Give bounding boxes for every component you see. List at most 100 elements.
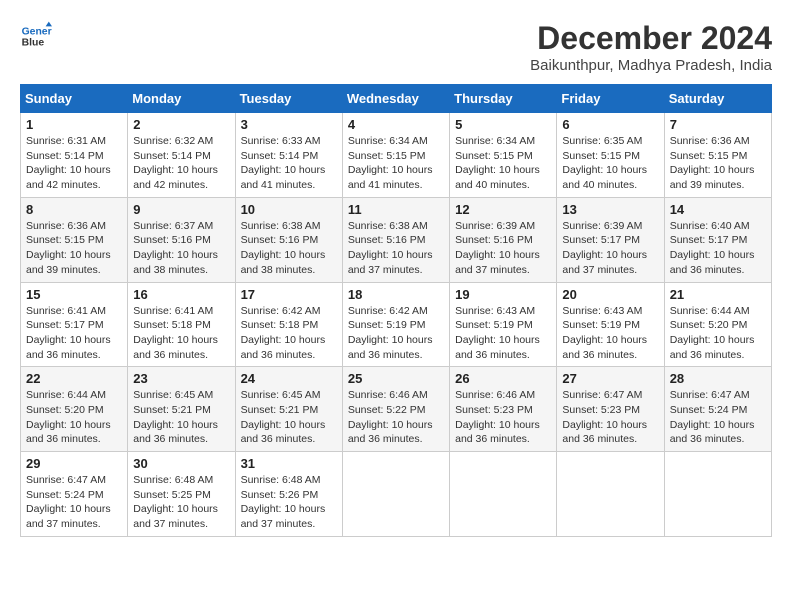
- day-number: 17: [241, 287, 337, 302]
- day-number: 25: [348, 371, 444, 386]
- day-info: Sunrise: 6:44 AMSunset: 5:20 PMDaylight:…: [26, 389, 111, 445]
- header-saturday: Saturday: [664, 85, 771, 113]
- table-row: [450, 452, 557, 537]
- calendar-week-row: 8 Sunrise: 6:36 AMSunset: 5:15 PMDayligh…: [21, 197, 772, 282]
- page-header: General Blue December 2024 Baikunthpur, …: [20, 20, 772, 74]
- day-number: 19: [455, 287, 551, 302]
- table-row: 27 Sunrise: 6:47 AMSunset: 5:23 PMDaylig…: [557, 367, 664, 452]
- table-row: 10 Sunrise: 6:38 AMSunset: 5:16 PMDaylig…: [235, 197, 342, 282]
- day-number: 7: [670, 117, 766, 132]
- calendar-week-row: 22 Sunrise: 6:44 AMSunset: 5:20 PMDaylig…: [21, 367, 772, 452]
- table-row: 31 Sunrise: 6:48 AMSunset: 5:26 PMDaylig…: [235, 452, 342, 537]
- day-info: Sunrise: 6:40 AMSunset: 5:17 PMDaylight:…: [670, 220, 755, 276]
- day-number: 9: [133, 202, 229, 217]
- calendar-table: Sunday Monday Tuesday Wednesday Thursday…: [20, 84, 772, 537]
- table-row: 9 Sunrise: 6:37 AMSunset: 5:16 PMDayligh…: [128, 197, 235, 282]
- table-row: 23 Sunrise: 6:45 AMSunset: 5:21 PMDaylig…: [128, 367, 235, 452]
- day-info: Sunrise: 6:31 AMSunset: 5:14 PMDaylight:…: [26, 135, 111, 191]
- calendar-week-row: 29 Sunrise: 6:47 AMSunset: 5:24 PMDaylig…: [21, 452, 772, 537]
- header-friday: Friday: [557, 85, 664, 113]
- svg-text:General: General: [22, 26, 52, 37]
- day-number: 21: [670, 287, 766, 302]
- calendar-title: December 2024: [530, 20, 772, 57]
- day-number: 23: [133, 371, 229, 386]
- day-info: Sunrise: 6:38 AMSunset: 5:16 PMDaylight:…: [348, 220, 433, 276]
- table-row: 29 Sunrise: 6:47 AMSunset: 5:24 PMDaylig…: [21, 452, 128, 537]
- day-info: Sunrise: 6:41 AMSunset: 5:18 PMDaylight:…: [133, 305, 218, 361]
- calendar-week-row: 15 Sunrise: 6:41 AMSunset: 5:17 PMDaylig…: [21, 282, 772, 367]
- day-number: 8: [26, 202, 122, 217]
- table-row: 25 Sunrise: 6:46 AMSunset: 5:22 PMDaylig…: [342, 367, 449, 452]
- day-info: Sunrise: 6:34 AMSunset: 5:15 PMDaylight:…: [455, 135, 540, 191]
- day-number: 16: [133, 287, 229, 302]
- table-row: 17 Sunrise: 6:42 AMSunset: 5:18 PMDaylig…: [235, 282, 342, 367]
- table-row: 21 Sunrise: 6:44 AMSunset: 5:20 PMDaylig…: [664, 282, 771, 367]
- day-number: 20: [562, 287, 658, 302]
- day-info: Sunrise: 6:36 AMSunset: 5:15 PMDaylight:…: [26, 220, 111, 276]
- table-row: 22 Sunrise: 6:44 AMSunset: 5:20 PMDaylig…: [21, 367, 128, 452]
- day-number: 30: [133, 456, 229, 471]
- day-info: Sunrise: 6:34 AMSunset: 5:15 PMDaylight:…: [348, 135, 433, 191]
- day-info: Sunrise: 6:46 AMSunset: 5:22 PMDaylight:…: [348, 389, 433, 445]
- day-info: Sunrise: 6:35 AMSunset: 5:15 PMDaylight:…: [562, 135, 647, 191]
- table-row: 1 Sunrise: 6:31 AMSunset: 5:14 PMDayligh…: [21, 113, 128, 198]
- day-number: 1: [26, 117, 122, 132]
- table-row: 28 Sunrise: 6:47 AMSunset: 5:24 PMDaylig…: [664, 367, 771, 452]
- table-row: 8 Sunrise: 6:36 AMSunset: 5:15 PMDayligh…: [21, 197, 128, 282]
- day-info: Sunrise: 6:48 AMSunset: 5:26 PMDaylight:…: [241, 474, 326, 530]
- table-row: 26 Sunrise: 6:46 AMSunset: 5:23 PMDaylig…: [450, 367, 557, 452]
- table-row: 16 Sunrise: 6:41 AMSunset: 5:18 PMDaylig…: [128, 282, 235, 367]
- header-monday: Monday: [128, 85, 235, 113]
- table-row: 13 Sunrise: 6:39 AMSunset: 5:17 PMDaylig…: [557, 197, 664, 282]
- day-info: Sunrise: 6:46 AMSunset: 5:23 PMDaylight:…: [455, 389, 540, 445]
- day-number: 10: [241, 202, 337, 217]
- day-number: 5: [455, 117, 551, 132]
- day-info: Sunrise: 6:43 AMSunset: 5:19 PMDaylight:…: [455, 305, 540, 361]
- header-wednesday: Wednesday: [342, 85, 449, 113]
- day-info: Sunrise: 6:41 AMSunset: 5:17 PMDaylight:…: [26, 305, 111, 361]
- table-row: [664, 452, 771, 537]
- table-row: 6 Sunrise: 6:35 AMSunset: 5:15 PMDayligh…: [557, 113, 664, 198]
- table-row: 30 Sunrise: 6:48 AMSunset: 5:25 PMDaylig…: [128, 452, 235, 537]
- table-row: 11 Sunrise: 6:38 AMSunset: 5:16 PMDaylig…: [342, 197, 449, 282]
- day-info: Sunrise: 6:47 AMSunset: 5:23 PMDaylight:…: [562, 389, 647, 445]
- table-row: 18 Sunrise: 6:42 AMSunset: 5:19 PMDaylig…: [342, 282, 449, 367]
- table-row: 5 Sunrise: 6:34 AMSunset: 5:15 PMDayligh…: [450, 113, 557, 198]
- table-row: 19 Sunrise: 6:43 AMSunset: 5:19 PMDaylig…: [450, 282, 557, 367]
- day-number: 22: [26, 371, 122, 386]
- day-number: 31: [241, 456, 337, 471]
- header-tuesday: Tuesday: [235, 85, 342, 113]
- day-info: Sunrise: 6:45 AMSunset: 5:21 PMDaylight:…: [241, 389, 326, 445]
- table-row: 15 Sunrise: 6:41 AMSunset: 5:17 PMDaylig…: [21, 282, 128, 367]
- day-number: 29: [26, 456, 122, 471]
- day-info: Sunrise: 6:33 AMSunset: 5:14 PMDaylight:…: [241, 135, 326, 191]
- day-number: 28: [670, 371, 766, 386]
- table-row: 12 Sunrise: 6:39 AMSunset: 5:16 PMDaylig…: [450, 197, 557, 282]
- weekday-header-row: Sunday Monday Tuesday Wednesday Thursday…: [21, 85, 772, 113]
- day-number: 27: [562, 371, 658, 386]
- logo-icon: General Blue: [20, 20, 52, 52]
- day-number: 12: [455, 202, 551, 217]
- day-info: Sunrise: 6:37 AMSunset: 5:16 PMDaylight:…: [133, 220, 218, 276]
- table-row: 14 Sunrise: 6:40 AMSunset: 5:17 PMDaylig…: [664, 197, 771, 282]
- day-number: 26: [455, 371, 551, 386]
- day-info: Sunrise: 6:45 AMSunset: 5:21 PMDaylight:…: [133, 389, 218, 445]
- day-info: Sunrise: 6:47 AMSunset: 5:24 PMDaylight:…: [670, 389, 755, 445]
- day-info: Sunrise: 6:38 AMSunset: 5:16 PMDaylight:…: [241, 220, 326, 276]
- table-row: [342, 452, 449, 537]
- logo: General Blue: [20, 20, 52, 52]
- svg-text:Blue: Blue: [22, 38, 45, 49]
- day-number: 3: [241, 117, 337, 132]
- day-info: Sunrise: 6:42 AMSunset: 5:19 PMDaylight:…: [348, 305, 433, 361]
- table-row: [557, 452, 664, 537]
- day-info: Sunrise: 6:47 AMSunset: 5:24 PMDaylight:…: [26, 474, 111, 530]
- table-row: 20 Sunrise: 6:43 AMSunset: 5:19 PMDaylig…: [557, 282, 664, 367]
- header-thursday: Thursday: [450, 85, 557, 113]
- day-number: 4: [348, 117, 444, 132]
- day-number: 18: [348, 287, 444, 302]
- title-area: December 2024 Baikunthpur, Madhya Prades…: [530, 20, 772, 74]
- day-info: Sunrise: 6:43 AMSunset: 5:19 PMDaylight:…: [562, 305, 647, 361]
- table-row: 3 Sunrise: 6:33 AMSunset: 5:14 PMDayligh…: [235, 113, 342, 198]
- day-number: 11: [348, 202, 444, 217]
- day-info: Sunrise: 6:48 AMSunset: 5:25 PMDaylight:…: [133, 474, 218, 530]
